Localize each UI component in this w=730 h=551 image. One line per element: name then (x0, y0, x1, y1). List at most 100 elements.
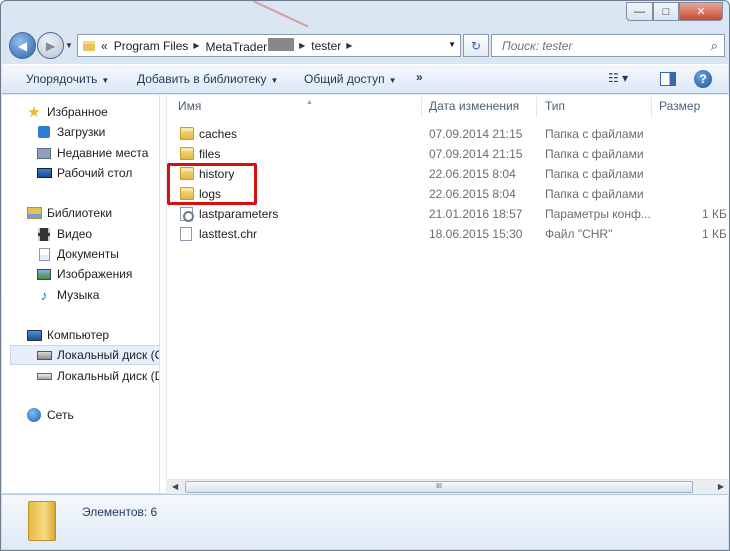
file-row[interactable]: files 07.09.2014 21:15 Папка с файлами (175, 144, 729, 164)
document-icon (36, 247, 52, 261)
preview-pane-icon[interactable] (660, 72, 676, 86)
horizontal-scrollbar[interactable]: ◀ III ▶ (167, 479, 729, 494)
nav-label: Видео (57, 227, 93, 241)
background-decoration (253, 1, 309, 28)
forward-button[interactable]: ▶ (37, 32, 64, 59)
chevron-down-icon: ▼ (388, 76, 397, 85)
file-row[interactable]: logs 22.06.2015 8:04 Папка с файлами (175, 184, 729, 204)
nav-label: Локальный диск (D (57, 369, 160, 383)
column-header-date[interactable]: Дата изменения (429, 95, 519, 119)
recent-places-icon (36, 146, 52, 160)
breadcrumb-tester[interactable]: tester (311, 39, 341, 53)
more-commands-button[interactable]: » (416, 70, 423, 84)
nav-video[interactable]: Видео (36, 224, 92, 244)
chevron-right-icon[interactable]: ▶ (346, 41, 352, 50)
nav-favorites[interactable]: ★ Избранное (26, 102, 108, 122)
disk-drive-icon (36, 369, 52, 383)
column-label: Имя (178, 99, 202, 113)
column-divider[interactable] (421, 97, 422, 117)
nav-desktop[interactable]: Рабочий стол (36, 163, 132, 183)
file-row[interactable]: history 22.06.2015 8:04 Папка с файлами (175, 164, 729, 184)
add-to-library-button[interactable]: Добавить в библиотеку ▼ (137, 72, 278, 86)
file-name: files (199, 147, 221, 161)
chevron-down-icon: ▼ (101, 76, 110, 85)
system-disk-icon (36, 348, 52, 362)
file-type: Параметры конф... (545, 207, 651, 221)
column-divider[interactable] (536, 97, 537, 117)
minimize-button[interactable]: — (626, 2, 653, 21)
scroll-right-icon[interactable]: ▶ (718, 482, 724, 491)
nav-label: Библиотеки (47, 206, 113, 220)
navigation-bar: ◀ ▶ ▼ « Program Files ▶ MetaTrader ▶ tes… (7, 31, 725, 61)
back-button[interactable]: ◀ (9, 32, 36, 59)
image-icon (36, 267, 52, 281)
nav-label: Музыка (57, 288, 100, 302)
command-bar: Упорядочить ▼ Добавить в библиотеку ▼ Общи… (2, 64, 728, 94)
file-size: 1 КБ (702, 227, 727, 241)
nav-disk-d[interactable]: Локальный диск (D (36, 366, 160, 386)
file-row[interactable]: caches 07.09.2014 21:15 Папка с файлами (175, 124, 729, 144)
nav-label: Изображения (57, 267, 133, 281)
column-header-type[interactable]: Тип (545, 95, 565, 119)
file-icon (180, 227, 192, 241)
redacted-block (268, 37, 295, 51)
libraries-icon (26, 206, 42, 220)
file-row[interactable]: lastparameters 21.01.2016 18:57 Параметр… (175, 204, 729, 224)
address-overflow[interactable]: « (101, 39, 108, 53)
column-header-size[interactable]: Размер (659, 95, 700, 119)
add-to-library-label: Добавить в библиотеку (137, 72, 267, 86)
file-size: 1 КБ (702, 207, 727, 221)
file-row[interactable]: lasttest.chr 18.06.2015 15:30 Файл "CHR"… (175, 224, 729, 244)
help-button[interactable]: ? (694, 70, 712, 88)
organize-button[interactable]: Упорядочить ▼ (26, 72, 109, 86)
star-icon: ★ (27, 104, 41, 121)
nav-disk-c[interactable]: Локальный диск (C (10, 345, 159, 365)
computer-icon (26, 328, 42, 342)
arrow-left-icon: ◀ (17, 38, 28, 53)
search-input[interactable] (500, 37, 700, 54)
nav-downloads[interactable]: Загрузки (36, 122, 105, 142)
column-divider[interactable] (651, 97, 652, 117)
address-dropdown-icon[interactable]: ▼ (448, 40, 456, 49)
pane-splitter[interactable] (160, 95, 167, 493)
close-button[interactable]: ✕ (679, 2, 723, 21)
maximize-button[interactable]: □ (653, 2, 679, 21)
nav-documents[interactable]: Документы (36, 244, 119, 264)
network-globe-icon (26, 408, 42, 422)
video-icon (36, 227, 52, 241)
view-options-button[interactable]: ☷ ▾ (608, 71, 628, 85)
address-bar[interactable]: « Program Files ▶ MetaTrader ▶ tester ▶ … (77, 34, 461, 57)
nav-music[interactable]: ♪ Музыка (36, 285, 100, 305)
breadcrumb-metatrader[interactable]: MetaTrader (206, 37, 295, 54)
share-button[interactable]: Общий доступ ▼ (304, 72, 397, 86)
chevron-right-icon[interactable]: ▶ (299, 41, 305, 50)
folder-icon (28, 501, 56, 541)
nav-computer[interactable]: Компьютер (26, 325, 109, 345)
file-name: caches (199, 127, 238, 141)
nav-recent-places[interactable]: Недавние места (36, 143, 148, 163)
magnifier-icon[interactable]: ⌕ (711, 38, 718, 54)
file-date: 18.06.2015 15:30 (429, 227, 523, 241)
navigation-pane: ★ Избранное Загрузки Недавние места Рабоч… (2, 95, 160, 493)
caption-buttons: — □ ✕ (626, 2, 723, 21)
nav-images[interactable]: Изображения (36, 264, 132, 284)
refresh-icon: ↻ (470, 38, 482, 53)
file-date: 22.06.2015 8:04 (429, 187, 516, 201)
recent-pages-dropdown[interactable]: ▼ (65, 41, 73, 50)
chevron-right-icon[interactable]: ▶ (193, 41, 199, 50)
file-type: Папка с файлами (545, 187, 644, 201)
refresh-button[interactable]: ↻ (463, 34, 489, 57)
file-type: Файл "CHR" (545, 227, 613, 241)
nav-libraries[interactable]: Библиотеки (26, 203, 112, 223)
nav-network[interactable]: Сеть (26, 405, 74, 425)
column-header-name[interactable]: Имя ▲ (178, 95, 418, 119)
breadcrumb-program-files[interactable]: Program Files (114, 39, 189, 53)
nav-label: Недавние места (57, 146, 149, 160)
scroll-thumb[interactable]: III (185, 481, 693, 493)
search-box[interactable]: ⌕ (491, 34, 725, 57)
nav-label: Загрузки (57, 125, 106, 139)
chevron-down-icon: ▼ (270, 76, 279, 85)
share-label: Общий доступ (304, 72, 385, 86)
file-list: Имя ▲ Дата изменения Тип Размер caches 07… (167, 95, 729, 479)
scroll-left-icon[interactable]: ◀ (172, 482, 178, 491)
